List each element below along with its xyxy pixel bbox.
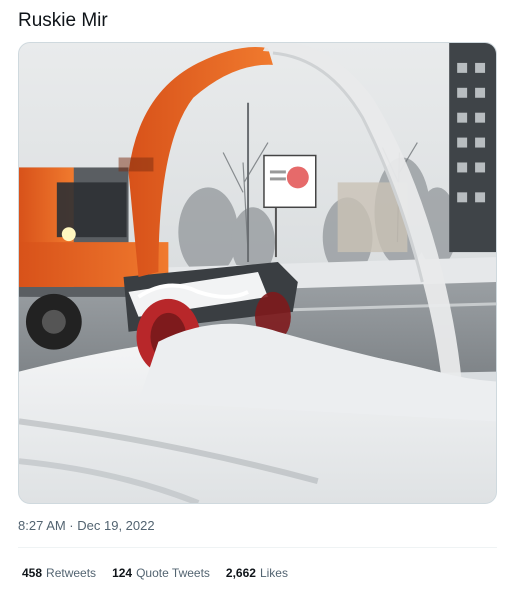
likes-stat[interactable]: 2,662 Likes: [226, 566, 288, 580]
tweet-media-video[interactable]: [18, 42, 497, 504]
divider: [18, 547, 497, 548]
quote-tweets-stat[interactable]: 124 Quote Tweets: [112, 566, 210, 580]
tweet-card: Ruskie Mir 8:27 AM · Dec 19, 2022 458 Re…: [0, 0, 505, 591]
retweets-stat[interactable]: 458 Retweets: [22, 566, 96, 580]
likes-label: Likes: [259, 566, 288, 580]
tweet-timestamp[interactable]: 8:27 AM · Dec 19, 2022: [18, 518, 155, 534]
retweets-label: Retweets: [46, 566, 97, 580]
quote-tweets-count: 124: [112, 566, 133, 580]
likes-count: 2,662: [225, 566, 256, 580]
retweets-count: 458: [22, 566, 43, 580]
snowplow-video-frame: [19, 43, 496, 503]
tweet-stats: 458 Retweets 124 Quote Tweets 2,662 Like…: [22, 564, 288, 582]
quote-tweets-label: Quote Tweets: [136, 566, 210, 580]
tweet-text: Ruskie Mir: [18, 10, 108, 31]
